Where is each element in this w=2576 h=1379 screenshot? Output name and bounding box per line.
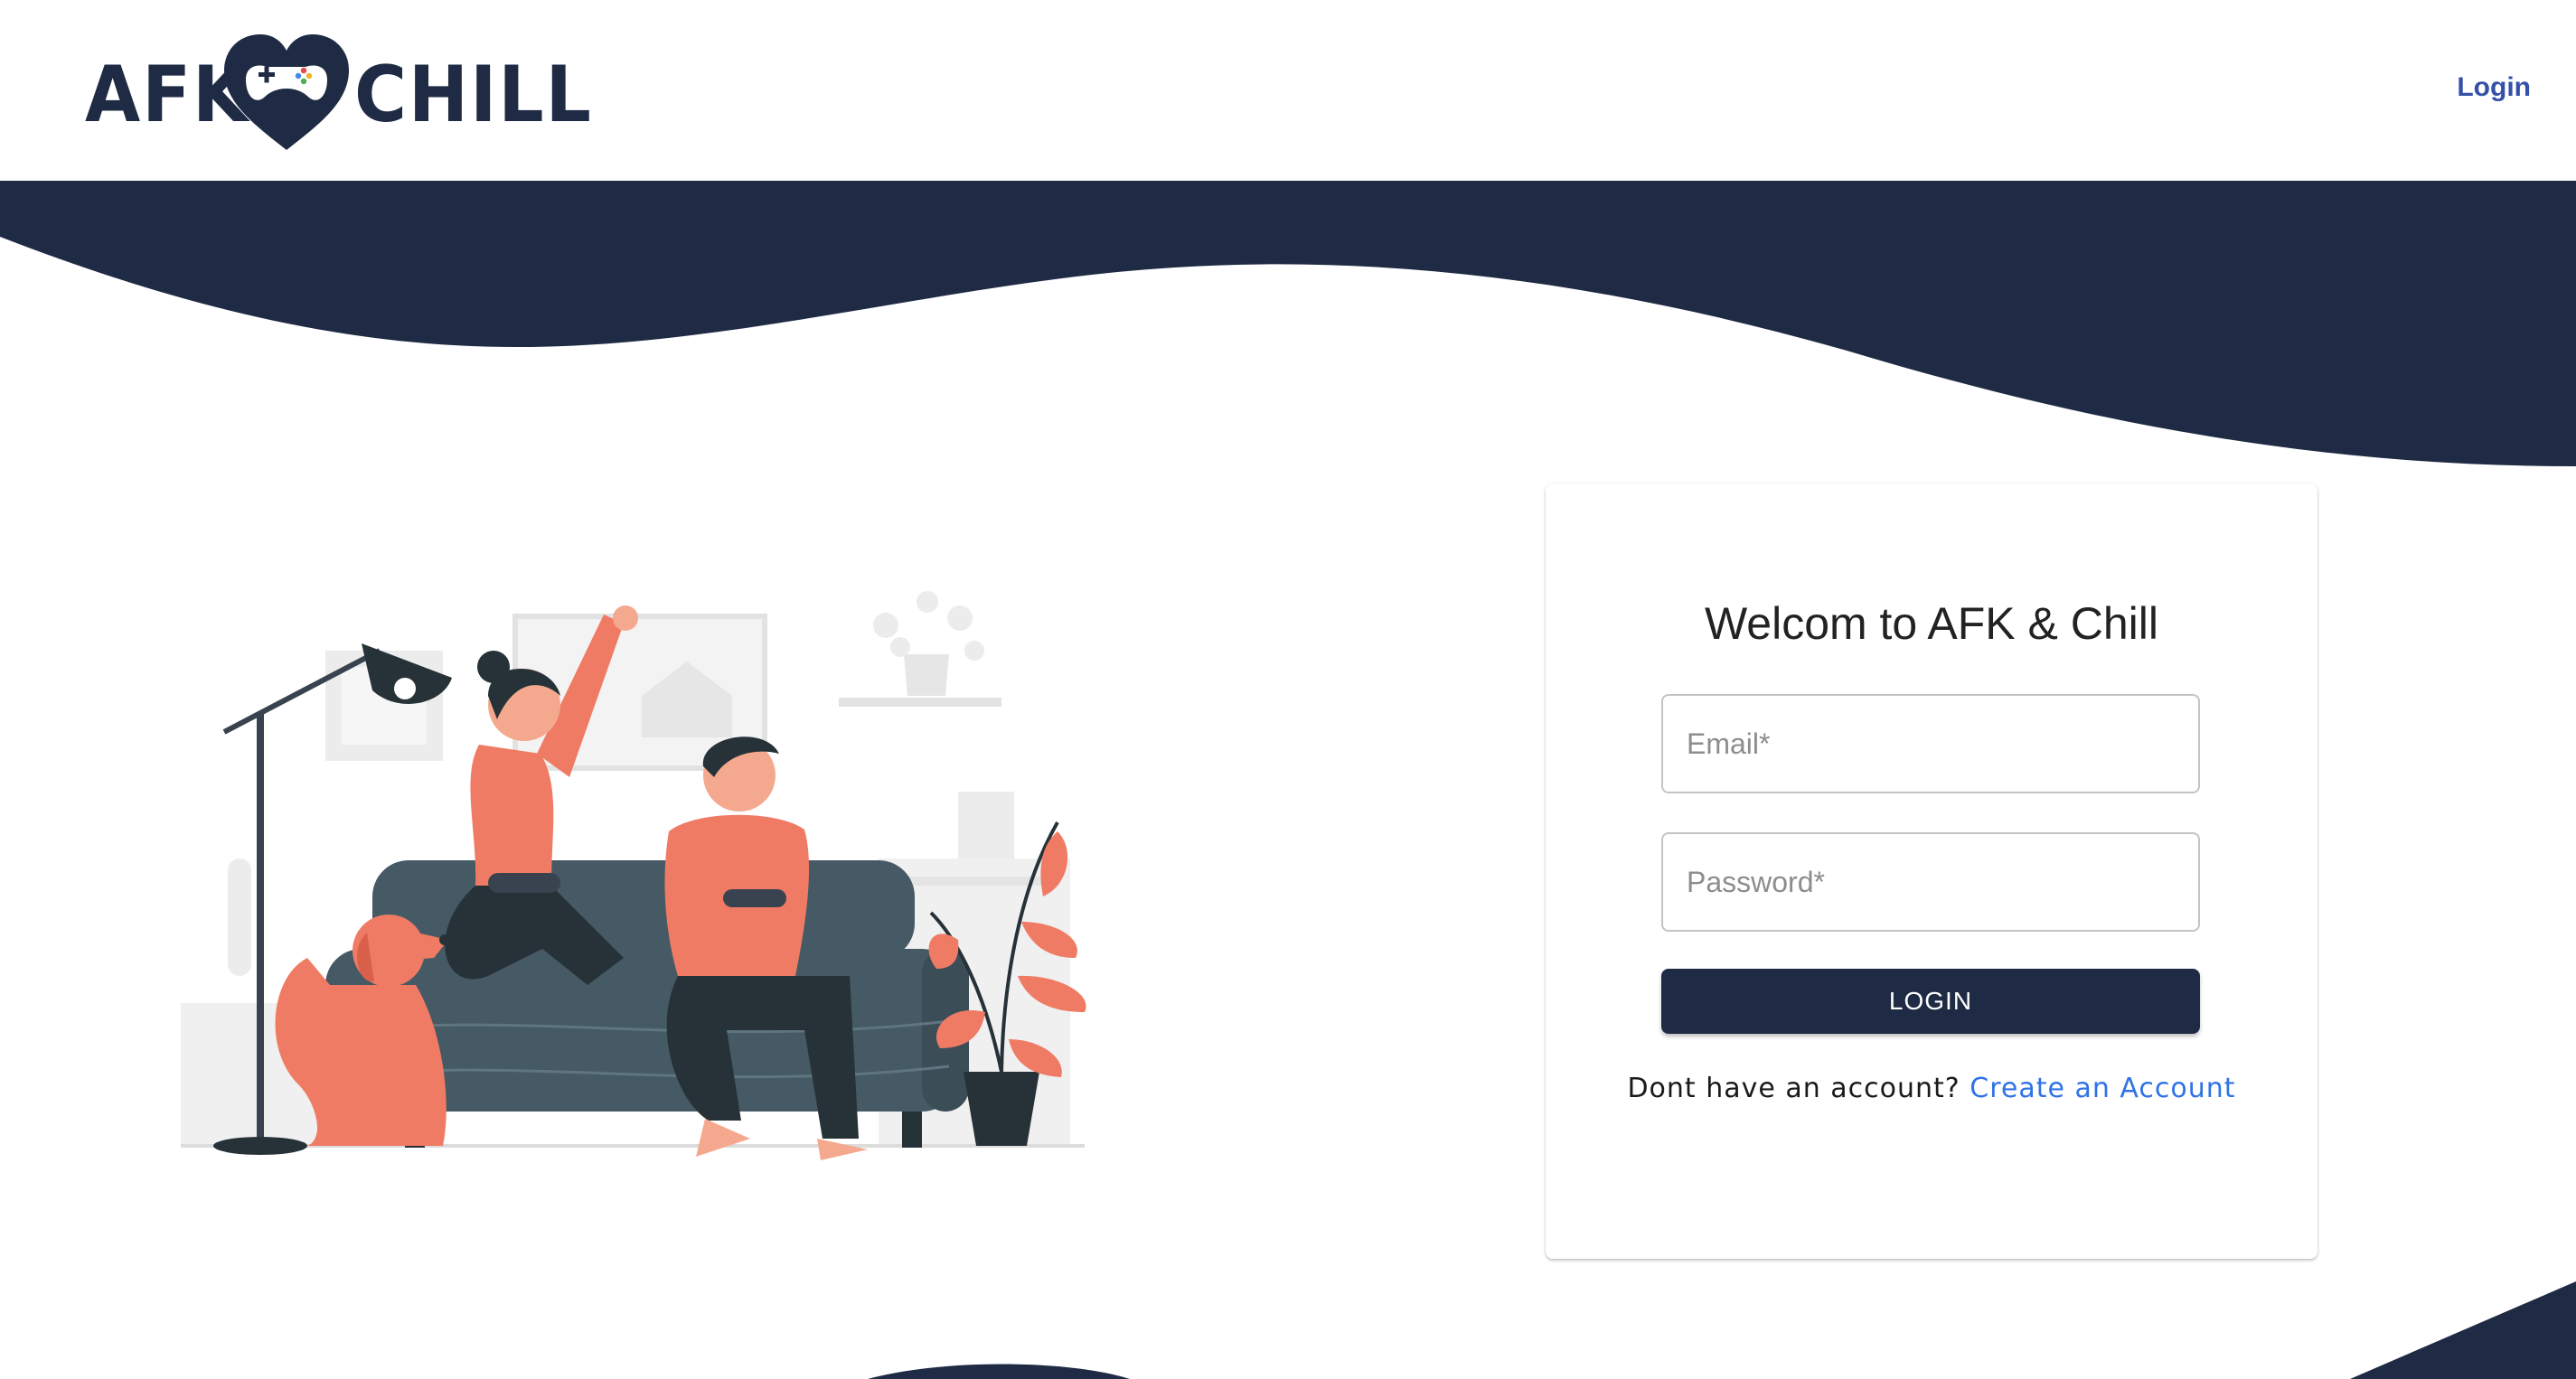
email-field[interactable] [1661,694,2200,793]
top-app-bar: AFK CHILL Login [0,0,2576,181]
heart-controller-icon [224,34,349,150]
footer-wave-decoration [868,1281,2576,1379]
login-card: Welcom to AFK & Chill LOGIN Dont have an… [1546,483,2317,1259]
nav-login-link[interactable]: Login [2457,72,2531,103]
signup-prompt-row: Dont have an account? Create an Account [1546,1073,2317,1104]
header-wave-decoration [0,181,2576,466]
password-field[interactable] [1661,832,2200,932]
create-account-link[interactable]: Create an Account [1970,1073,2235,1104]
signup-prompt-text: Dont have an account? [1627,1073,1960,1104]
login-button[interactable]: LOGIN [1661,969,2200,1034]
afk-chill-logo[interactable]: AFK CHILL [85,33,591,155]
couple-gaming-illustration [181,591,1086,1160]
logo-text-chill: CHILL [354,50,593,140]
login-title: Welcom to AFK & Chill [1704,598,2158,649]
